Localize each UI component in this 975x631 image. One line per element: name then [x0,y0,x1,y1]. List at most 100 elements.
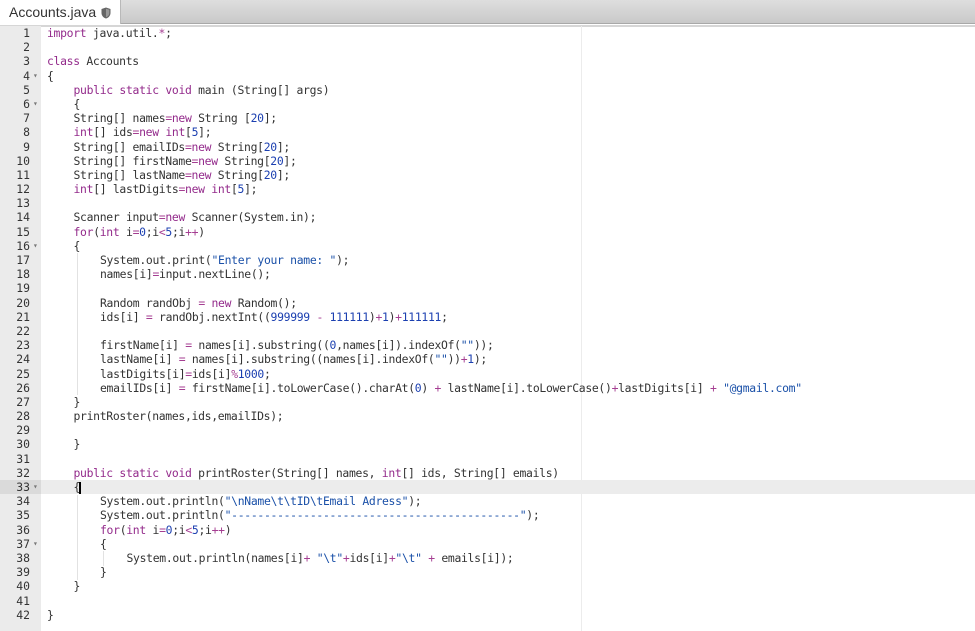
code-line[interactable]: 41 [0,594,975,608]
code-line[interactable]: 33 ▾{ [0,480,975,495]
code-line[interactable]: 28 printRoster(names,ids,emailIDs); [0,409,975,423]
code-editor[interactable]: 1 import java.util.*; 2 3 class Accounts 4 ▾{5… [0,26,975,631]
code-line[interactable]: 6 ▾{ [0,97,975,111]
code-text: Scanner input=new Scanner(System.in); [73,210,317,225]
code-line[interactable]: 40} [0,579,975,593]
code-line[interactable]: 5 public static void main (String[] args) [0,83,975,97]
line-number: 41 [16,593,30,608]
code-text: { [73,238,81,253]
code-text: { [100,536,107,551]
code-line[interactable]: 19 [0,281,975,295]
code-line[interactable]: 9 String[] emailIDs=new String[20]; [0,140,975,154]
code-line[interactable]: 13 [0,196,975,210]
line-number: 5 [23,82,30,97]
code-text: emailIDs[i] = firstName[i].toLowerCase()… [100,380,802,395]
code-text: } [100,565,107,580]
line-number: 27 [16,394,30,409]
code-text: Random randObj = new Random(); [100,295,297,310]
line-number: 22 [16,323,30,338]
fold-toggle-icon[interactable]: ▾ [33,239,41,253]
code-text: int[] ids=new int[5]; [73,125,212,140]
fold-toggle-icon[interactable]: ▾ [33,97,41,111]
line-number: 39 [16,565,30,580]
code-text: System.out.print("Enter your name: "); [100,253,350,267]
code-text: lastName[i] = names[i].substring((names[… [100,352,487,367]
code-text: lastDigits[i]=ids[i]%1000; [100,366,271,381]
code-text: String[] firstName=new String[20]; [73,153,297,168]
code-line[interactable]: 17 System.out.print("Enter your name: "); [0,253,975,267]
line-number: 29 [16,423,30,438]
line-number: 9 [23,139,30,154]
code-line[interactable]: 16 ▾{ [0,239,975,253]
code-text: } [73,437,81,452]
code-line[interactable]: 25 lastDigits[i]=ids[i]%1000; [0,367,975,381]
code-text: import java.util.*; [47,26,172,40]
code-text: { [47,68,54,83]
code-line[interactable]: 27} [0,395,975,409]
code-line[interactable]: 1 import java.util.*; [0,26,975,40]
code-line[interactable]: 29 [0,423,975,437]
code-line[interactable]: 15 for(int i=0;i<5;i++) [0,225,975,239]
code-lines[interactable]: 1 import java.util.*; 2 3 class Accounts 4 ▾{5… [0,26,975,622]
code-text: String[] names=new String [20]; [73,111,278,126]
code-line[interactable]: 18 names[i]=input.nextLine(); [0,267,975,281]
code-line[interactable]: 4 ▾{ [0,69,975,83]
line-number: 17 [16,253,30,267]
code-line[interactable]: 38 System.out.println(names[i]+ "\t"+ids[… [0,551,975,565]
line-number: 2 [23,40,30,55]
line-number: 14 [16,210,30,225]
code-line[interactable]: 23 firstName[i] = names[i].substring((0,n… [0,338,975,352]
indent-guide [76,253,78,396]
code-text: for(int i=0;i<5;i++) [100,522,232,537]
indent-guide [103,551,104,566]
code-line[interactable]: 24 lastName[i] = names[i].substring((name… [0,352,975,366]
code-line[interactable]: 7 String[] names=new String [20]; [0,111,975,125]
code-line[interactable]: 11 String[] lastName=new String[20]; [0,168,975,182]
tab-accounts-java[interactable]: Accounts.java [0,0,121,24]
code-line[interactable]: 26 emailIDs[i] = firstName[i].toLowerCase… [0,381,975,395]
line-number: 13 [16,196,30,211]
line-number: 1 [23,26,30,40]
code-line[interactable]: 35 System.out.println("------------------… [0,508,975,522]
line-number: 24 [16,352,30,367]
line-number: 31 [16,451,30,466]
line-number: 30 [16,437,30,452]
line-number: 32 [16,465,30,480]
code-line[interactable]: 30} [0,437,975,451]
code-line[interactable]: 42} [0,608,975,622]
code-line[interactable]: 10 String[] firstName=new String[20]; [0,154,975,168]
line-number: 35 [16,508,30,523]
shield-icon [101,6,111,19]
code-line[interactable]: 3 class Accounts [0,54,975,68]
fold-toggle-icon[interactable]: ▾ [33,480,41,494]
code-line[interactable]: 20 Random randObj = new Random(); [0,296,975,310]
code-text: int[] lastDigits=new int[5]; [73,182,258,197]
code-line[interactable]: 36 for(int i=0;i<5;i++) [0,523,975,537]
text-cursor [79,481,82,494]
code-line[interactable]: 12 int[] lastDigits=new int[5]; [0,182,975,196]
code-line[interactable]: 32 public static void printRoster(String[… [0,466,975,480]
code-text: } [73,579,81,594]
indent-guide [76,494,78,580]
line-number: 3 [23,54,30,69]
code-text: public static void main (String[] args) [73,82,330,97]
code-line[interactable]: 37 ▾{ [0,537,975,551]
code-line[interactable]: 22 [0,324,975,338]
line-number: 34 [16,494,30,509]
fold-toggle-icon[interactable]: ▾ [33,537,41,551]
code-line[interactable]: 34 System.out.println("\nName\t\tID\tEmai… [0,494,975,508]
code-text: String[] emailIDs=new String[20]; [73,139,291,154]
code-line[interactable]: 14 Scanner input=new Scanner(System.in); [0,210,975,224]
code-text: printRoster(names,ids,emailIDs); [73,409,284,424]
fold-toggle-icon[interactable]: ▾ [33,69,41,83]
code-line[interactable]: 31 [0,452,975,466]
code-text: System.out.println("\nName\t\tID\tEmail … [100,494,422,509]
code-text: firstName[i] = names[i].substring((0,nam… [100,338,494,353]
line-number: 10 [16,153,30,168]
code-line[interactable]: 2 [0,40,975,54]
code-text: class Accounts [47,54,139,69]
code-line[interactable]: 21 ids[i] = randObj.nextInt((999999 - 111… [0,310,975,324]
line-number: 20 [16,295,30,310]
code-line[interactable]: 39} [0,565,975,579]
code-line[interactable]: 8 int[] ids=new int[5]; [0,125,975,139]
